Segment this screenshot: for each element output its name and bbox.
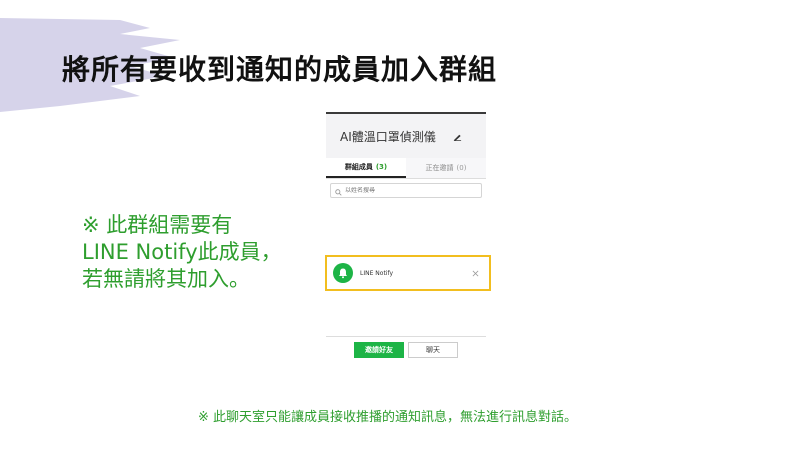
page-title: 將所有要收到通知的成員加入群組 xyxy=(62,53,498,86)
panel-header: AI體溫口罩偵測儀 xyxy=(326,112,486,158)
avatar xyxy=(333,263,353,283)
note-line-2: LINE Notify此成員， xyxy=(82,240,282,264)
close-icon[interactable] xyxy=(471,269,479,277)
member-tabs: 群組成員 (3) 正在邀請 (0) xyxy=(326,158,486,179)
tab-inviting-label: 正在邀請 xyxy=(425,164,454,172)
tab-members-label: 群組成員 xyxy=(344,163,373,171)
bell-icon xyxy=(339,268,347,279)
tab-inviting[interactable]: 正在邀請 (0) xyxy=(406,158,486,178)
panel-divider xyxy=(326,336,486,337)
tab-inviting-count: (0) xyxy=(456,164,467,172)
invite-friends-button[interactable]: 邀請好友 xyxy=(354,342,404,358)
group-members-panel: AI體溫口罩偵測儀 群組成員 (3) 正在邀請 (0) xyxy=(326,112,486,198)
search-icon xyxy=(335,181,342,200)
footnote: ※ 此聊天室只能讓成員接收推播的通知訊息，無法進行訊息對話。 xyxy=(198,410,578,425)
search-input[interactable] xyxy=(345,187,465,194)
requirement-note: ※ 此群組需要有 LINE Notify此成員， 若無請將其加入。 xyxy=(82,212,282,293)
note-line-1: ※ 此群組需要有 xyxy=(82,213,233,237)
tab-members-count: (3) xyxy=(375,163,388,171)
edit-icon[interactable] xyxy=(452,131,462,141)
member-name: LINE Notify xyxy=(360,269,394,277)
tab-members[interactable]: 群組成員 (3) xyxy=(326,158,406,178)
chat-button[interactable]: 聊天 xyxy=(408,342,458,358)
search-box xyxy=(330,183,482,198)
note-line-3: 若無請將其加入。 xyxy=(82,267,250,291)
group-name: AI體溫口罩偵測儀 xyxy=(340,129,436,144)
member-row-line-notify[interactable]: LINE Notify xyxy=(325,255,491,291)
